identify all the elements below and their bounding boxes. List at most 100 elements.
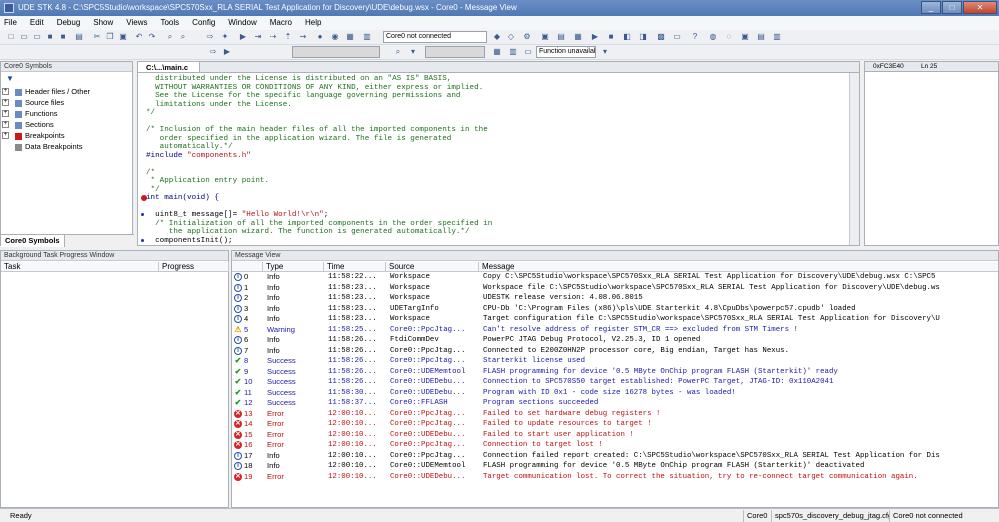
tab-main-c[interactable]: C:\...\main.c <box>138 62 200 73</box>
redo-icon[interactable]: ↷ <box>147 32 157 42</box>
type-column-header[interactable]: Type <box>263 262 324 272</box>
code-line[interactable]: order specified in the application wizar… <box>146 135 452 144</box>
code-line[interactable]: uint8_t message[]= "Hello World!\r\n"; <box>141 211 328 220</box>
message-row[interactable]: ✕ 19 Error 12:00:10... Core0::UDEDebu... Targ… <box>232 472 998 483</box>
save-all-icon[interactable]: ■ <box>58 32 68 42</box>
expand-icon[interactable]: + <box>2 132 9 139</box>
message-row[interactable]: i 6 Info 11:58:26... FtdiCommDev PowerPC JTAG… <box>232 335 998 346</box>
menu-edit[interactable]: Edit <box>30 16 44 30</box>
memory-icon[interactable]: ▦ <box>345 32 355 42</box>
maximize-button[interactable]: □ <box>942 1 962 14</box>
disconnect-icon[interactable]: ◇ <box>506 32 516 42</box>
open-workspace-icon[interactable]: ▭ <box>32 32 42 42</box>
code-line[interactable]: /* <box>146 169 155 178</box>
step-over-icon[interactable]: ⇢ <box>268 32 278 42</box>
overview-icon[interactable]: ▣ <box>740 32 750 42</box>
step-icon[interactable]: ⇨ <box>205 32 215 42</box>
message-row[interactable]: ✔ 9 Success 11:58:26... Core0::UDEMemtool FLA… <box>232 367 998 378</box>
go-icon[interactable]: ▶ <box>222 47 232 57</box>
script-icon[interactable]: ▭ <box>672 32 682 42</box>
message-row[interactable]: ✔ 10 Success 11:58:26... Core0::UDEDebu... Co… <box>232 377 998 388</box>
connect-icon[interactable]: ◆ <box>492 32 502 42</box>
settings-icon[interactable]: ⚙ <box>522 32 532 42</box>
message-row[interactable]: i 17 Info 12:00:10... Core0::PpcJtag... Conne… <box>232 451 998 462</box>
tree-breakpoints[interactable]: + Breakpoints <box>2 130 65 141</box>
message-row[interactable]: i 3 Info 11:58:23... UDETargInfo CPU-Db 'C:\P… <box>232 304 998 315</box>
menu-window[interactable]: Window <box>228 16 256 30</box>
message-row[interactable]: i 2 Info 11:58:23... Workspace UDESTK release… <box>232 293 998 304</box>
code-line[interactable]: distributed under the License is distrib… <box>146 75 451 84</box>
help-icon[interactable]: ? <box>690 32 700 42</box>
trace-icon[interactable]: ◧ <box>622 32 632 42</box>
message-row[interactable]: i 0 Info 11:58:22... Workspace Copy C:\SPC5St… <box>232 272 998 283</box>
expand-icon[interactable]: + <box>2 99 9 106</box>
expand-icon[interactable]: + <box>2 121 9 128</box>
tree-data-breakpoints[interactable]: Data Breakpoints <box>15 141 83 152</box>
run-to-icon[interactable]: ⇝ <box>298 32 308 42</box>
message-row[interactable]: ✔ 12 Success 11:58:37... Core0::FFLASH Progra… <box>232 398 998 409</box>
tree-sections[interactable]: + Sections <box>2 119 54 130</box>
message-row[interactable]: i 4 Info 11:58:23... Workspace Target configu… <box>232 314 998 325</box>
menu-tools[interactable]: Tools <box>160 16 179 30</box>
tree-functions[interactable]: + Functions <box>2 108 58 119</box>
code-line[interactable]: int main(void) { <box>141 194 219 203</box>
core-status-field[interactable]: Core0 not connected <box>383 31 487 43</box>
dropdown-icon[interactable]: ▾ <box>600 47 610 57</box>
menu-config[interactable]: Config <box>192 16 215 30</box>
find-next-icon[interactable]: ⌕ <box>178 32 188 42</box>
code-line[interactable]: */ <box>146 186 160 195</box>
cut-icon[interactable]: ✂ <box>92 32 102 42</box>
breakpoint-marker-icon[interactable] <box>141 195 147 201</box>
function-status-field[interactable]: Function unavailabl <box>536 46 596 58</box>
code-line[interactable]: limitations under the License. <box>146 101 292 110</box>
menu-debug[interactable]: Debug <box>57 16 81 30</box>
code-line[interactable]: /* Inclusion of the main header files of… <box>146 126 488 135</box>
progress-column-header[interactable]: Progress <box>159 262 229 272</box>
graph-icon[interactable]: ▩ <box>656 32 666 42</box>
layout-icon[interactable]: ▤ <box>756 32 766 42</box>
code-line[interactable]: automatically.*/ <box>146 143 233 152</box>
watch-icon[interactable]: ◉ <box>330 32 340 42</box>
message-row[interactable]: ✕ 15 Error 12:00:10... Core0::UDEDebu... Fail… <box>232 430 998 441</box>
task-column-header[interactable]: Task <box>1 262 159 272</box>
step-out-icon[interactable]: ⇡ <box>283 32 293 42</box>
globe-icon[interactable]: ◍ <box>708 32 718 42</box>
message-row[interactable]: ⚠ 5 Warning 11:58:25... Core0::PpcJtag... Can… <box>232 325 998 336</box>
step-into-icon[interactable]: ⇥ <box>253 32 263 42</box>
code-marker-icon[interactable] <box>141 213 144 216</box>
eval-icon[interactable]: ▦ <box>492 47 502 57</box>
message-row[interactable]: i 18 Info 12:00:10... Core0::UDEMemtool FLASH… <box>232 461 998 472</box>
ring-icon[interactable]: ◌ <box>724 32 734 42</box>
run-icon[interactable]: ▶ <box>590 32 600 42</box>
open-folder-icon[interactable]: ▭ <box>19 32 29 42</box>
code-line[interactable]: the application wizard. The function is … <box>146 228 470 237</box>
reset-icon[interactable]: ▶ <box>238 32 248 42</box>
menu-show[interactable]: Show <box>93 16 113 30</box>
code-editor[interactable]: C:\...\main.c distributed under the Lice… <box>137 61 860 246</box>
window-tile-icon[interactable]: ▣ <box>540 32 550 42</box>
symbol-combo[interactable] <box>292 46 380 58</box>
message-row[interactable]: ✔ 11 Success 11:58:30... Core0::UDEDebu... Pr… <box>232 388 998 399</box>
tab-core0-symbols[interactable]: Core0 Symbols <box>1 235 65 247</box>
code-line[interactable]: componentsInit(); <box>141 237 233 246</box>
code-line[interactable]: WITHOUT WARRANTIES OR CONDITIONS OF ANY … <box>146 84 483 93</box>
code-line[interactable]: * Application entry point. <box>146 177 270 186</box>
add-watch-icon[interactable]: ▥ <box>508 47 518 57</box>
minimize-button[interactable]: _ <box>921 1 941 14</box>
message-row[interactable]: i 1 Info 11:58:23... Workspace Workspace file… <box>232 283 998 294</box>
message-row[interactable]: ✕ 16 Error 12:00:10... Core0::PpcJtag... Conn… <box>232 440 998 451</box>
registers-icon[interactable]: ▥ <box>362 32 372 42</box>
profile-icon[interactable]: ◨ <box>638 32 648 42</box>
message-row[interactable]: ✕ 14 Error 12:00:10... Core0::PpcJtag... Fail… <box>232 419 998 430</box>
search-icon[interactable]: ⌕ <box>393 47 403 57</box>
editor-scrollbar[interactable] <box>849 73 859 245</box>
menu-macro[interactable]: Macro <box>270 16 292 30</box>
new-file-icon[interactable]: □ <box>6 32 16 42</box>
id-column-header[interactable] <box>232 262 263 272</box>
filter-icon[interactable]: ▼ <box>5 74 15 84</box>
save-icon[interactable]: ■ <box>45 32 55 42</box>
expression-combo[interactable] <box>425 46 485 58</box>
code-line[interactable]: #include "components.h" <box>146 152 251 161</box>
code-line[interactable]: See the License for the specific languag… <box>146 92 460 101</box>
breakpoint-icon[interactable]: ● <box>315 32 325 42</box>
